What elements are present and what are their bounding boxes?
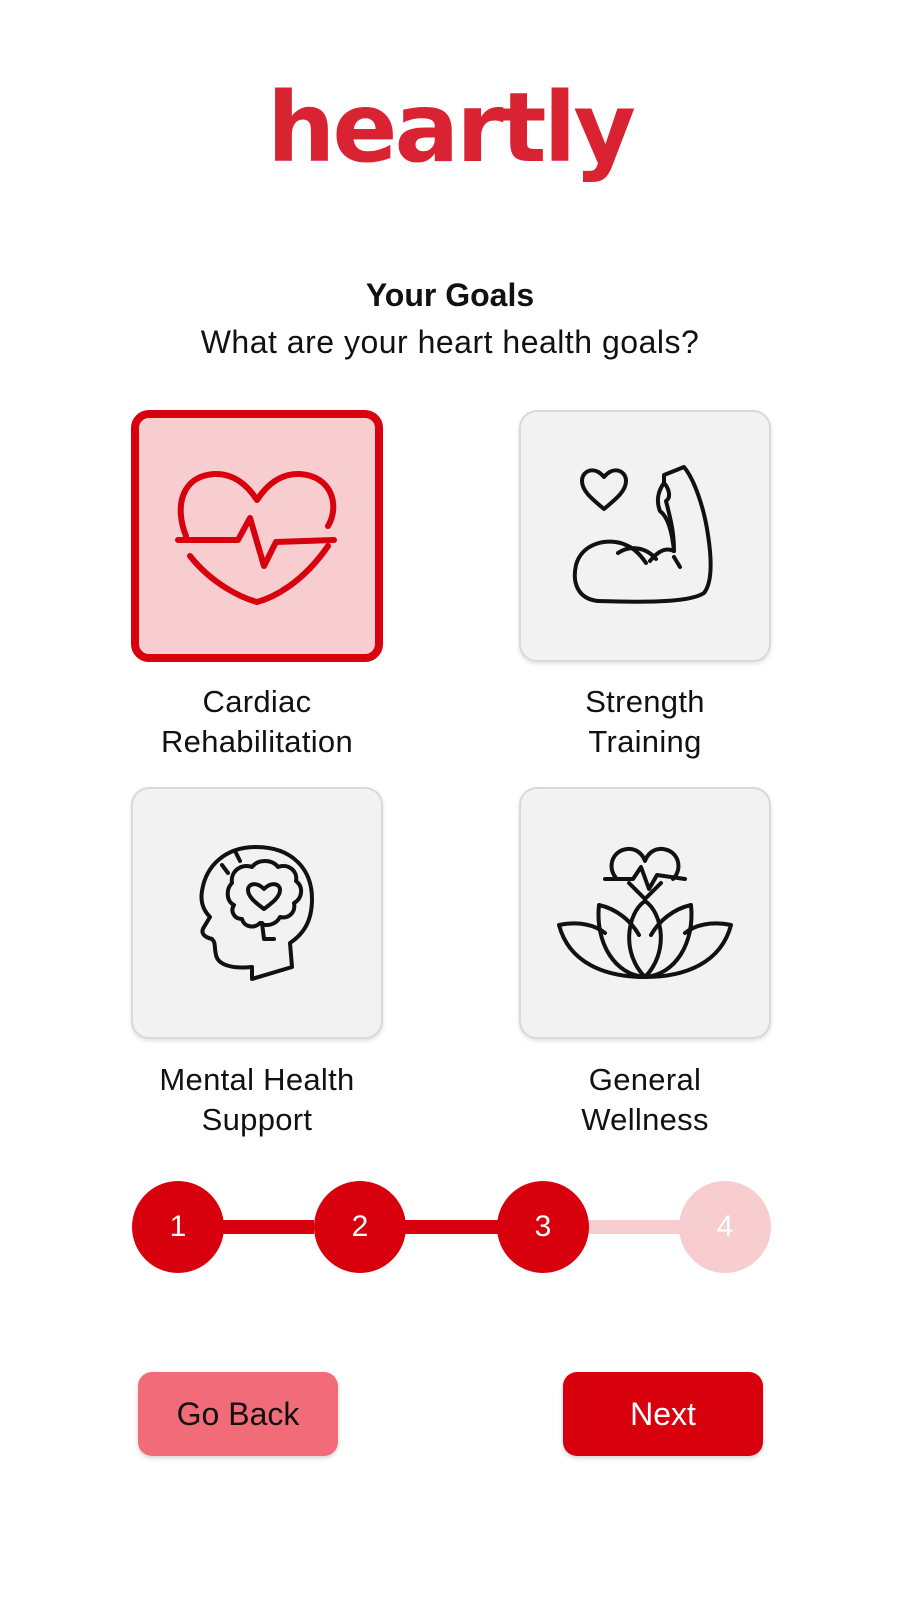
step-connector-1-2 — [222, 1220, 314, 1234]
goal-tile-mental-health-support[interactable] — [131, 787, 383, 1039]
step-indicator-2: 2 — [314, 1181, 406, 1273]
goal-label-cardiac-rehabilitation: Cardiac Rehabilitation — [160, 684, 354, 759]
goal-tile-strength-training[interactable] — [519, 410, 771, 662]
step-connector-2-3 — [404, 1220, 498, 1234]
lotus-heart-icon — [555, 843, 735, 983]
step-indicator-3: 3 — [497, 1181, 589, 1273]
step-indicator-1: 1 — [132, 1181, 224, 1273]
goal-tile-general-wellness[interactable] — [519, 787, 771, 1039]
heart-pulse-icon — [172, 466, 342, 606]
app-logo: heartly — [267, 72, 636, 184]
page-subtitle: What are your heart health goals? — [200, 324, 700, 360]
go-back-button[interactable]: Go Back — [138, 1372, 338, 1456]
goal-label-mental-health-support: Mental Health Support — [159, 1062, 355, 1137]
goal-label-general-wellness: General Wellness — [581, 1062, 709, 1137]
head-brain-heart-icon — [192, 843, 322, 983]
goal-tile-cardiac-rehabilitation[interactable] — [131, 410, 383, 662]
flexed-arm-heart-icon — [570, 461, 720, 611]
page-title: Your Goals — [365, 277, 535, 313]
step-indicator-4: 4 — [679, 1181, 771, 1273]
goal-label-strength-training: Strength Training — [585, 684, 705, 759]
next-button[interactable]: Next — [563, 1372, 763, 1456]
step-connector-3-4 — [588, 1220, 680, 1234]
